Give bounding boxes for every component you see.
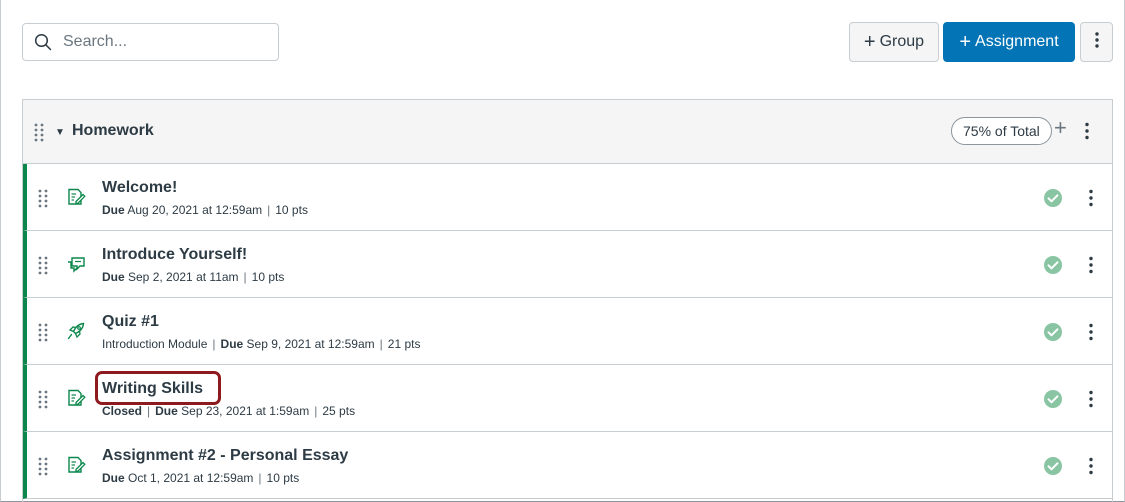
- meta-value: Oct 1, 2021 at 12:59am: [124, 471, 254, 485]
- assignment-icon: [66, 388, 86, 408]
- group-title[interactable]: Homework: [72, 122, 154, 140]
- meta-item: 25 pts: [322, 404, 355, 418]
- meta-item: Closed: [102, 404, 142, 418]
- drag-handle-icon[interactable]: [37, 322, 49, 342]
- assignment-title-link[interactable]: Welcome!: [102, 179, 177, 197]
- assignment-kebab-icon[interactable]: [1089, 256, 1093, 279]
- group-header: ▼ Homework 75% of Total +: [23, 100, 1112, 164]
- meta-value: 10 pts: [275, 203, 308, 217]
- assignment-row[interactable]: Welcome! Due Aug 20, 2021 at 12:59am | 10 p…: [23, 164, 1112, 231]
- plus-icon: +: [959, 31, 972, 53]
- meta-value: 25 pts: [322, 404, 356, 418]
- highlight-outline: [95, 371, 221, 405]
- meta-separator: |: [314, 404, 318, 418]
- meta-label: Due: [102, 270, 125, 284]
- settings-menu-button[interactable]: [1080, 22, 1113, 62]
- kebab-icon: [1094, 31, 1099, 53]
- assignment-row[interactable]: Writing Skills Closed | Due Sep 23, 2021 at…: [23, 365, 1112, 432]
- meta-item: Due Oct 1, 2021 at 12:59am: [102, 471, 253, 485]
- assignment-row[interactable]: Assignment #2 - Personal Essay Due Oct 1,…: [23, 432, 1112, 499]
- assignment-details: Due Aug 20, 2021 at 12:59am | 10 pts: [102, 203, 308, 217]
- assignment-kebab-icon[interactable]: [1089, 189, 1093, 212]
- meta-label: Due: [155, 404, 178, 418]
- meta-value: Sep 2, 2021 at 11am: [124, 270, 239, 284]
- assignment-row[interactable]: Quiz #1 Introduction Module | Due Sep 9, 20…: [23, 298, 1112, 365]
- meta-item: Due Aug 20, 2021 at 12:59am: [102, 203, 262, 217]
- published-check-icon[interactable]: [1043, 188, 1063, 208]
- meta-item: Due Sep 9, 2021 at 12:59am: [221, 337, 375, 351]
- assignment-kebab-icon[interactable]: [1089, 390, 1093, 413]
- meta-item: Introduction Module: [102, 337, 207, 351]
- meta-value: Sep 9, 2021 at 12:59am: [243, 337, 375, 351]
- assignment-details: Introduction Module | Due Sep 9, 2021 at 1…: [102, 337, 420, 351]
- add-assignment-button[interactable]: + Assignment: [943, 22, 1075, 62]
- meta-separator: |: [258, 471, 262, 485]
- assignment-list: Welcome! Due Aug 20, 2021 at 12:59am | 10 p…: [23, 164, 1112, 499]
- drag-handle-icon[interactable]: [37, 456, 49, 476]
- assignment-kebab-icon[interactable]: [1089, 323, 1093, 346]
- drag-handle-icon[interactable]: [37, 255, 49, 275]
- add-group-label: Group: [879, 33, 925, 50]
- meta-value: 10 pts: [251, 270, 285, 284]
- meta-separator: |: [212, 337, 216, 351]
- meta-value: Aug 20, 2021 at 12:59am: [124, 203, 263, 217]
- assignment-row[interactable]: Introduce Yourself! Due Sep 2, 2021 at 11…: [23, 231, 1112, 298]
- meta-separator: |: [243, 270, 247, 284]
- meta-separator: |: [267, 203, 271, 217]
- search-field[interactable]: [22, 23, 279, 61]
- meta-item: 10 pts: [267, 471, 300, 485]
- meta-item: Due Sep 23, 2021 at 1:59am: [155, 404, 309, 418]
- group-kebab-icon[interactable]: [1085, 122, 1089, 145]
- meta-separator: |: [147, 404, 151, 418]
- assignment-details: Closed | Due Sep 23, 2021 at 1:59am | 25 pts: [102, 404, 355, 418]
- meta-separator: |: [379, 337, 383, 351]
- meta-value: 10 pts: [266, 471, 300, 485]
- published-check-icon[interactable]: [1043, 456, 1063, 476]
- published-check-icon[interactable]: [1043, 389, 1063, 409]
- assignment-icon: [66, 455, 86, 475]
- add-assignment-to-group-icon[interactable]: +: [1054, 117, 1067, 139]
- meta-value: Sep 23, 2021 at 1:59am: [177, 404, 310, 418]
- meta-item: Due Sep 2, 2021 at 11am: [102, 270, 239, 284]
- assignment-icon: [66, 187, 86, 207]
- assignment-details: Due Sep 2, 2021 at 11am | 10 pts: [102, 270, 284, 284]
- meta-label: Closed: [102, 404, 143, 418]
- meta-label: Due: [220, 337, 244, 351]
- assignment-title-link[interactable]: Quiz #1: [102, 313, 159, 331]
- assignment-details: Due Oct 1, 2021 at 12:59am | 10 pts: [102, 471, 299, 485]
- search-icon: [23, 33, 63, 51]
- assignment-kebab-icon[interactable]: [1089, 457, 1093, 480]
- drag-handle-icon[interactable]: [37, 188, 49, 208]
- add-assignment-label: Assignment: [975, 33, 1059, 50]
- assignment-title-link[interactable]: Introduce Yourself!: [102, 246, 247, 264]
- drag-handle-icon[interactable]: [37, 389, 49, 409]
- meta-item: 21 pts: [388, 337, 421, 351]
- plus-icon: +: [863, 31, 876, 53]
- published-check-icon[interactable]: [1043, 322, 1063, 342]
- meta-item: 10 pts: [252, 270, 285, 284]
- meta-value: Introduction Module: [102, 337, 208, 351]
- add-group-button[interactable]: + Group: [849, 22, 939, 62]
- drag-handle-icon[interactable]: [31, 121, 47, 143]
- collapse-caret-icon[interactable]: ▼: [55, 127, 65, 138]
- discussion-icon: [66, 254, 86, 274]
- quiz-icon: [66, 321, 86, 341]
- published-check-icon[interactable]: [1043, 255, 1063, 275]
- meta-label: Due: [102, 203, 125, 217]
- search-input[interactable]: [63, 33, 263, 51]
- assignment-group: ▼ Homework 75% of Total + Welcome! Due Au…: [22, 99, 1113, 502]
- assignment-title-link[interactable]: Assignment #2 - Personal Essay: [102, 447, 348, 465]
- meta-label: Due: [102, 471, 125, 485]
- meta-value: 21 pts: [387, 337, 421, 351]
- meta-item: 10 pts: [275, 203, 308, 217]
- group-weight-badge: 75% of Total: [951, 117, 1052, 145]
